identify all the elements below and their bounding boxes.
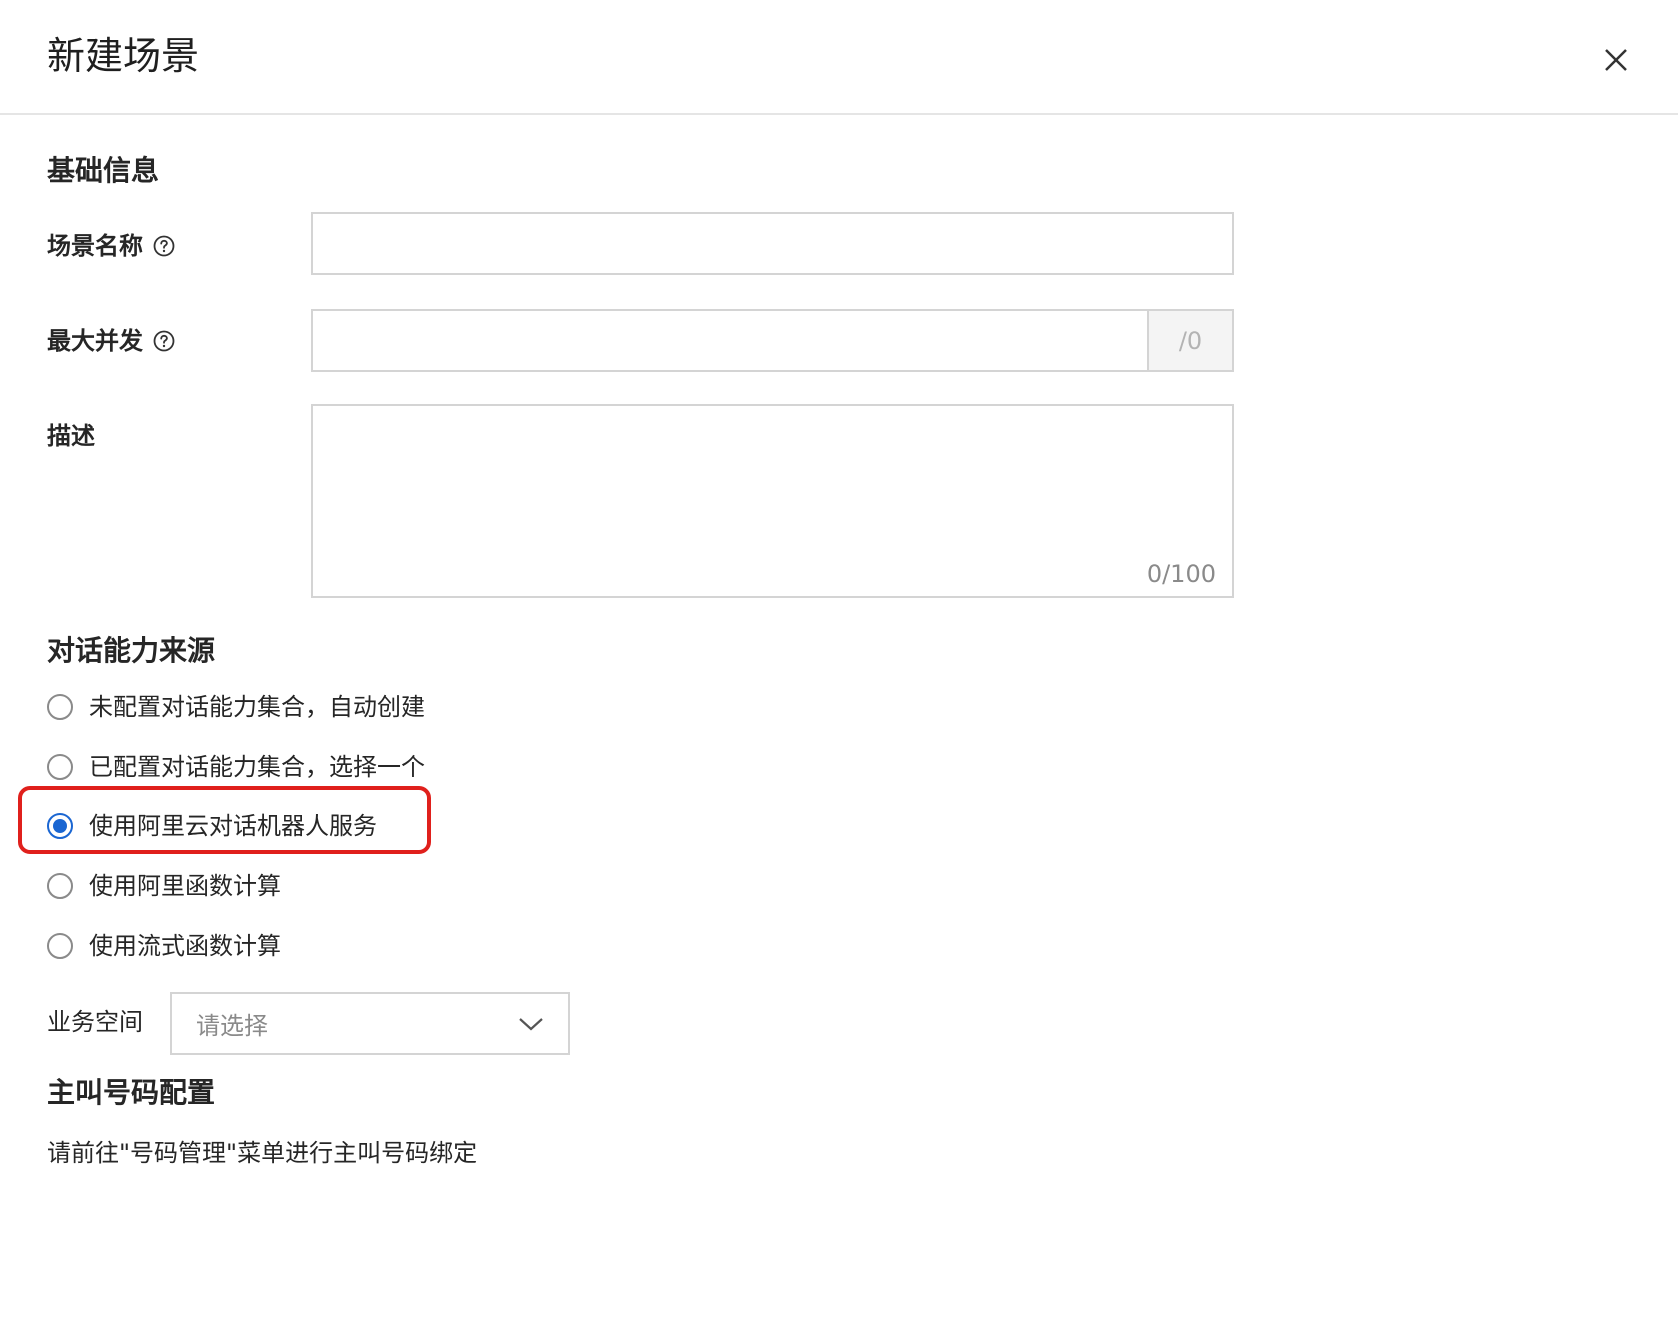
workspace-select[interactable]: 请选择 [170,992,570,1055]
radio-button[interactable] [47,873,73,899]
scene-name-label: 场景名称 [47,230,175,262]
description-label: 描述 [47,422,95,450]
radio-button-checked[interactable] [47,813,73,839]
dialog-title: 新建场景 [47,34,200,78]
close-icon[interactable] [1596,40,1636,80]
question-circle-icon[interactable] [153,235,175,257]
radio-button[interactable] [47,694,73,720]
caller-config-heading: 主叫号码配置 [47,1076,216,1109]
max-concurrency-suffix: /0 [1148,309,1234,372]
description-char-counter: 0/100 [1146,560,1216,588]
radio-button[interactable] [47,754,73,780]
radio-option-function-compute[interactable]: 使用阿里函数计算 [47,866,281,906]
max-concurrency-input[interactable] [311,309,1149,372]
radio-option-stream-function-compute[interactable]: 使用流式函数计算 [47,926,281,966]
radio-label: 未配置对话能力集合，自动创建 [89,693,425,721]
description-textarea[interactable]: 0/100 [311,404,1234,598]
chevron-down-icon [519,1017,543,1030]
question-circle-icon[interactable] [153,330,175,352]
radio-label: 使用流式函数计算 [89,932,281,960]
scene-name-label-text: 场景名称 [47,232,143,260]
max-concurrency-label-text: 最大并发 [47,327,143,355]
radio-label: 已配置对话能力集合，选择一个 [89,753,425,781]
radio-button[interactable] [47,933,73,959]
max-concurrency-label: 最大并发 [47,325,175,357]
radio-option-auto-create[interactable]: 未配置对话能力集合，自动创建 [47,687,425,727]
radio-option-select-existing[interactable]: 已配置对话能力集合，选择一个 [47,747,425,787]
caller-config-note: 请前往"号码管理"菜单进行主叫号码绑定 [47,1139,478,1167]
dialog-header: 新建场景 [0,0,1678,115]
radio-option-aliyun-chatbot[interactable]: 使用阿里云对话机器人服务 [47,806,377,846]
radio-label: 使用阿里云对话机器人服务 [89,812,377,840]
workspace-select-placeholder: 请选择 [196,1012,268,1040]
basic-info-heading: 基础信息 [47,154,160,187]
dialog-source-heading: 对话能力来源 [47,634,216,667]
radio-label: 使用阿里函数计算 [89,872,281,900]
scene-name-input[interactable] [311,212,1234,275]
workspace-label: 业务空间 [47,1008,143,1036]
